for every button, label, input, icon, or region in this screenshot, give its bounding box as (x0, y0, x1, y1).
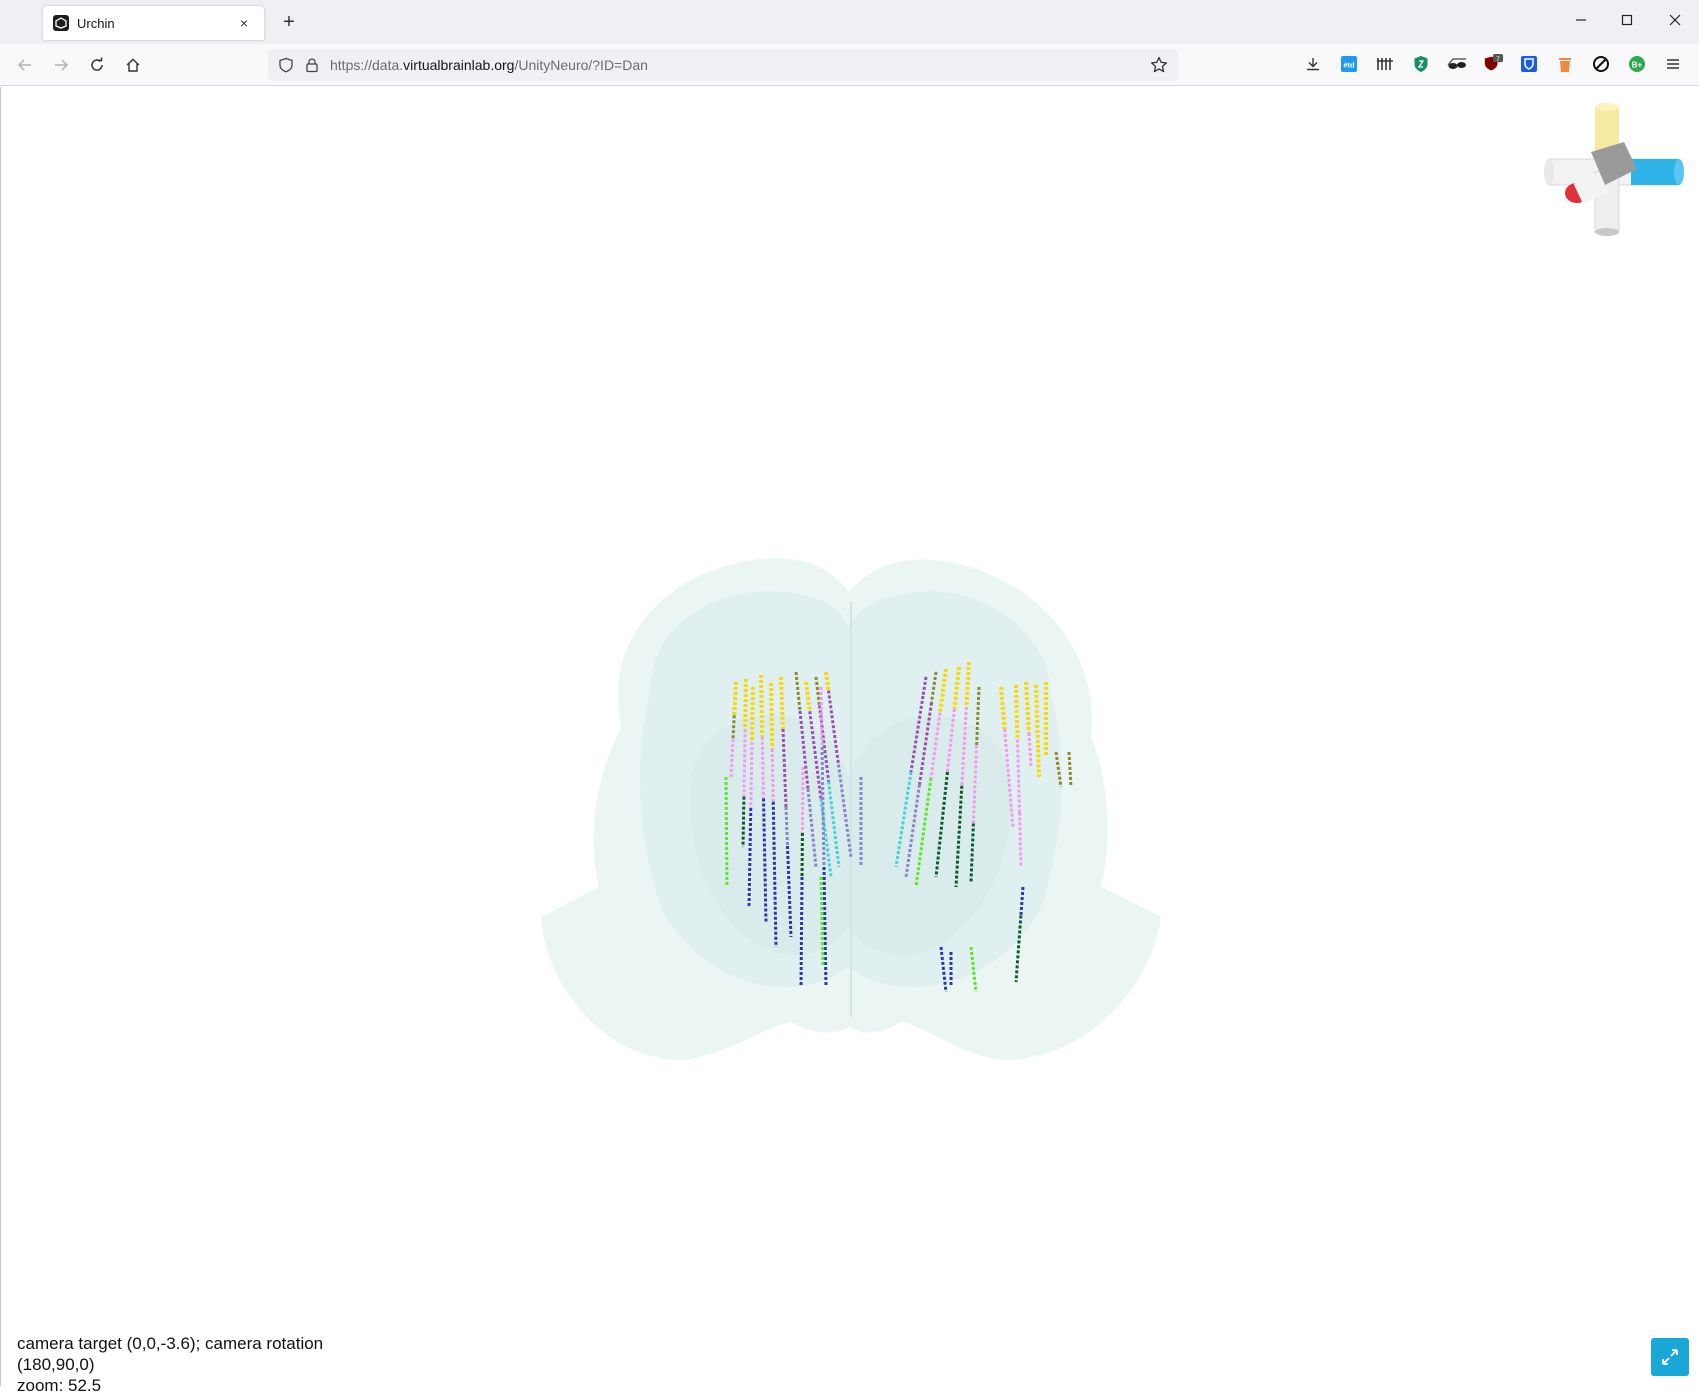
back-button[interactable] (11, 51, 39, 79)
lock-icon[interactable] (304, 57, 320, 73)
block-icon[interactable] (1591, 54, 1611, 74)
fullscreen-button[interactable] (1651, 1338, 1689, 1376)
svg-text:#td: #td (1343, 61, 1355, 70)
probe-track-segment (1018, 740, 1020, 813)
browser-titlebar: Urchin × + (0, 0, 1699, 44)
bitwarden-icon[interactable] (1519, 54, 1539, 74)
home-button[interactable] (119, 51, 147, 79)
ublock-icon[interactable]: 7 (1483, 54, 1503, 74)
expand-icon (1660, 1347, 1680, 1367)
arrow-right-icon (53, 57, 69, 73)
url-text[interactable]: https://data.virtualbrainlab.org/UnityNe… (330, 57, 648, 73)
new-tab-button[interactable]: + (276, 10, 302, 36)
probe-track-segment (743, 797, 744, 847)
camera-status: camera target (0,0,-3.6); camera rotatio… (17, 1333, 397, 1396)
brain-scene[interactable] (1, 87, 1699, 1386)
badge-icon[interactable]: B+ (1627, 54, 1647, 74)
sunglasses-icon[interactable] (1447, 54, 1467, 74)
tab-close-button[interactable]: × (234, 15, 254, 31)
browser-navbar: https://data.virtualbrainlab.org/UnityNe… (0, 44, 1699, 86)
address-bar[interactable]: https://data.virtualbrainlab.org/UnityNe… (268, 49, 1178, 81)
bars-icon[interactable] (1375, 54, 1395, 74)
ublock-badge: 7 (1496, 56, 1500, 63)
camera-target-text: camera target (0,0,-3.6); camera rotatio… (17, 1333, 397, 1354)
download-icon[interactable] (1303, 54, 1323, 74)
td-icon[interactable]: #td (1339, 54, 1359, 74)
brain-mesh (541, 558, 1161, 1060)
tab-title: Urchin (77, 16, 234, 31)
reload-icon (89, 57, 105, 73)
maximize-button[interactable] (1612, 8, 1642, 36)
trash-icon[interactable] (1555, 54, 1575, 74)
close-window-button[interactable] (1660, 8, 1690, 36)
menu-icon[interactable] (1663, 54, 1683, 74)
tab-urchin[interactable]: Urchin × (43, 6, 264, 40)
brain-viewer-canvas[interactable]: camera target (0,0,-3.6); camera rotatio… (0, 87, 1699, 1386)
minimize-button[interactable] (1566, 8, 1596, 36)
url-domain: virtualbrainlab.org (403, 57, 514, 73)
guard-icon[interactable] (1411, 54, 1431, 74)
shield-icon[interactable] (278, 57, 294, 73)
arrow-left-icon (17, 57, 33, 73)
reload-button[interactable] (83, 51, 111, 79)
url-path: /UnityNeuro/?ID=Dan (514, 57, 647, 73)
home-icon (125, 57, 141, 73)
url-prefix: https://data. (330, 57, 403, 73)
star-icon[interactable] (1150, 56, 1168, 74)
forward-button[interactable] (47, 51, 75, 79)
orientation-gizmo[interactable] (1539, 97, 1689, 242)
unity-icon (53, 15, 69, 31)
probe-track-segment (745, 679, 746, 729)
camera-rotation-text: (180,90,0) (17, 1354, 397, 1375)
svg-text:B+: B+ (1632, 61, 1643, 70)
